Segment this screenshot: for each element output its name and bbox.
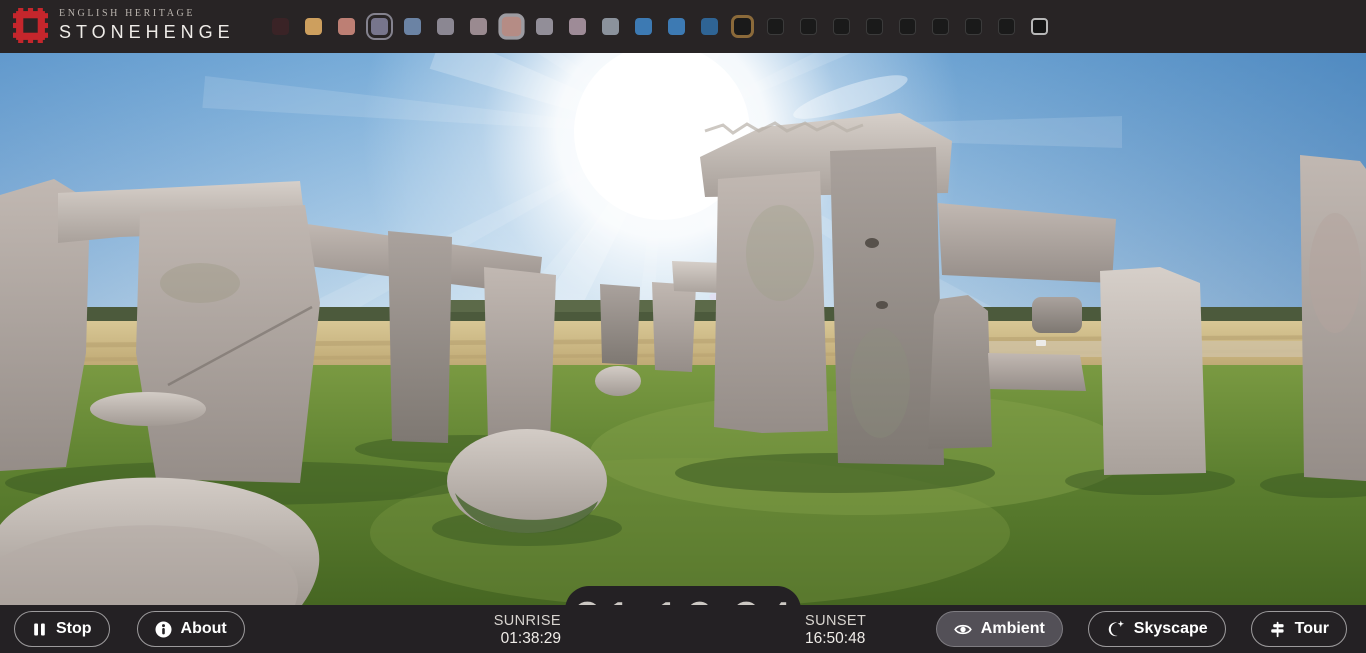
panorama-viewport[interactable] — [0, 53, 1366, 605]
sunset-label: SUNSET — [805, 612, 866, 630]
time-swatch-6[interactable] — [470, 18, 487, 35]
brand-eyebrow: ENGLISH HERITAGE — [59, 8, 235, 19]
ambient-button-label: Ambient — [981, 620, 1045, 638]
standing-stone — [928, 295, 992, 449]
stop-button[interactable]: Stop — [14, 611, 110, 647]
time-swatch-18[interactable] — [866, 18, 883, 35]
time-swatch-22[interactable] — [998, 18, 1015, 35]
pause-icon — [32, 622, 47, 637]
standing-stone — [600, 284, 640, 365]
tour-button-label: Tour — [1295, 620, 1329, 638]
tour-button[interactable]: Tour — [1251, 611, 1347, 647]
header-bar: ENGLISH HERITAGE STONEHENGE — [0, 0, 1366, 53]
moon-sparkle-icon — [1106, 620, 1125, 638]
time-swatch-10[interactable] — [602, 18, 619, 35]
time-swatch-12[interactable] — [668, 18, 685, 35]
fallen-stone — [988, 353, 1086, 391]
about-button-label: About — [181, 620, 227, 638]
skyscape-button[interactable]: Skyscape — [1088, 611, 1226, 647]
sunrise-readout: SUNRISE 01:38:29 — [494, 612, 561, 648]
distant-van — [1036, 340, 1046, 346]
page-title: STONEHENGE — [59, 22, 235, 43]
english-heritage-logo-icon — [13, 8, 48, 43]
standing-stone — [652, 282, 696, 372]
sunset-readout: SUNSET 16:50:48 — [805, 612, 866, 648]
time-swatch-15[interactable] — [767, 18, 784, 35]
time-swatch-23[interactable] — [1031, 18, 1048, 35]
stop-button-label: Stop — [56, 620, 92, 638]
boulder — [90, 392, 206, 426]
info-icon — [155, 621, 172, 638]
boulder — [595, 366, 641, 396]
time-swatch-1[interactable] — [305, 18, 322, 35]
ambient-button[interactable]: Ambient — [936, 611, 1063, 647]
time-swatch-16[interactable] — [800, 18, 817, 35]
time-swatch-3[interactable] — [371, 18, 388, 35]
sunrise-label: SUNRISE — [494, 612, 561, 630]
time-swatch-19[interactable] — [899, 18, 916, 35]
time-swatch-17[interactable] — [833, 18, 850, 35]
standing-stone — [388, 231, 452, 443]
time-swatch-0[interactable] — [272, 18, 289, 35]
standing-stone — [1100, 267, 1206, 475]
skyscape-app: ENGLISH HERITAGE STONEHENGE — [0, 0, 1366, 653]
signpost-icon — [1269, 621, 1286, 638]
time-swatch-5[interactable] — [437, 18, 454, 35]
time-swatch-21[interactable] — [965, 18, 982, 35]
time-swatch-2[interactable] — [338, 18, 355, 35]
sunrise-time: 01:38:29 — [494, 630, 561, 648]
sunset-time: 16:50:48 — [805, 630, 866, 648]
time-swatch-20[interactable] — [932, 18, 949, 35]
time-swatch-row — [272, 0, 1048, 53]
time-swatch-9[interactable] — [569, 18, 586, 35]
time-swatch-11[interactable] — [635, 18, 652, 35]
time-swatch-13[interactable] — [701, 18, 718, 35]
standing-stone — [484, 267, 556, 443]
distant-stone — [1032, 297, 1082, 333]
time-swatch-7[interactable] — [502, 17, 521, 36]
eye-icon — [954, 621, 972, 638]
stonehenge-panorama — [0, 53, 1366, 605]
brand: ENGLISH HERITAGE STONEHENGE — [13, 7, 235, 43]
skyscape-button-label: Skyscape — [1134, 620, 1208, 638]
time-swatch-4[interactable] — [404, 18, 421, 35]
standing-stone — [136, 205, 320, 483]
about-button[interactable]: About — [137, 611, 245, 647]
time-swatch-14[interactable] — [734, 18, 751, 35]
time-swatch-8[interactable] — [536, 18, 553, 35]
